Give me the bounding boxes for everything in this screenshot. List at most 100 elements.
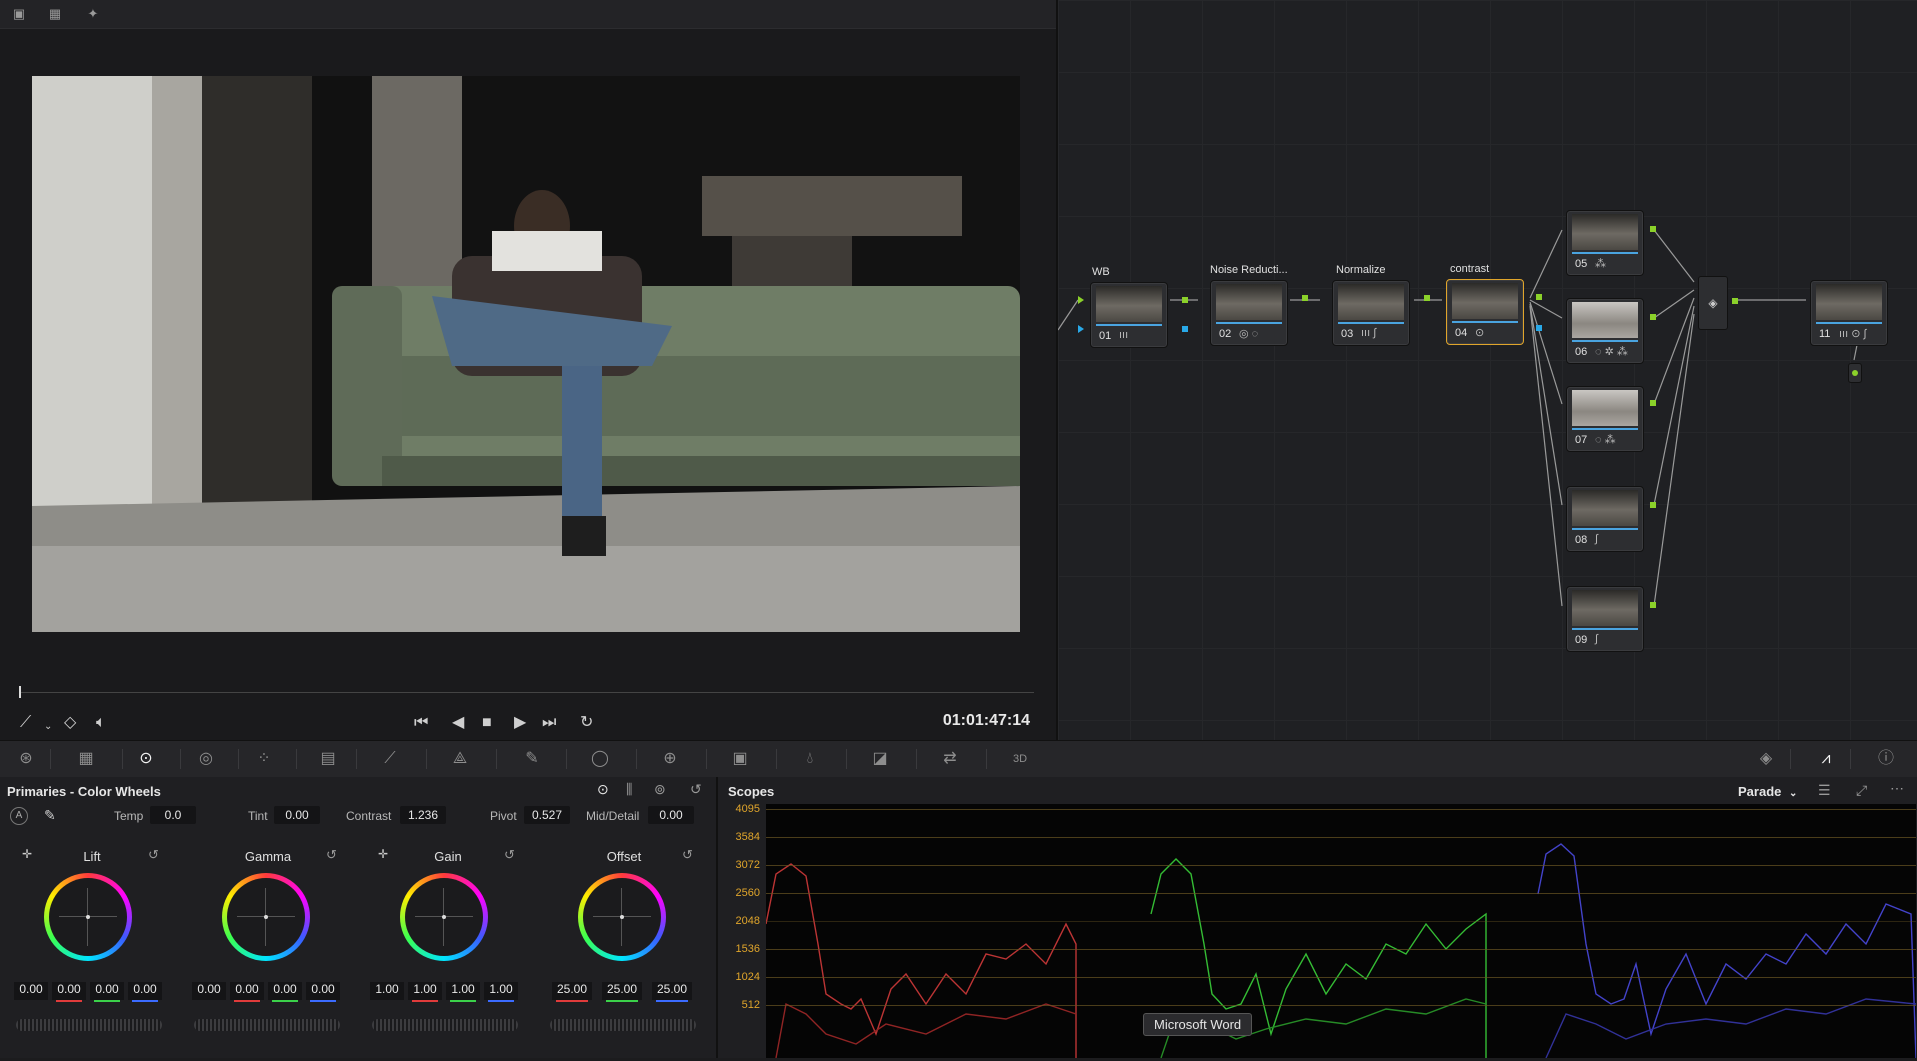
scope-settings-icon[interactable]: ☰: [1818, 782, 1831, 799]
reset-icon[interactable]: ↺: [682, 847, 693, 863]
offset-g[interactable]: 25.00: [602, 982, 642, 1002]
node-output-rgb[interactable]: [1302, 295, 1308, 301]
lift-y[interactable]: 0.00: [14, 982, 48, 1000]
node-output-rgb[interactable]: [1424, 295, 1430, 301]
node-output-rgb[interactable]: [1650, 602, 1656, 608]
gain-b[interactable]: 1.00: [484, 982, 518, 1002]
contrast-field[interactable]: 1.236: [400, 806, 446, 824]
color-wheels-mode-icon[interactable]: ⊙: [597, 781, 609, 798]
3d-icon[interactable]: 3D: [1002, 747, 1038, 771]
gain-master-wheel[interactable]: [372, 1019, 518, 1031]
hdr-wheels-icon[interactable]: ◎: [188, 747, 224, 771]
blur-icon[interactable]: 💧︎: [792, 747, 828, 771]
lift-r[interactable]: 0.00: [52, 982, 86, 1002]
gain-y[interactable]: 1.00: [370, 982, 404, 1000]
stop-icon[interactable]: ■: [482, 714, 492, 732]
keyframes-icon[interactable]: ◈: [1748, 747, 1784, 771]
lift-g[interactable]: 0.00: [90, 982, 124, 1002]
tint-field[interactable]: 0.00: [274, 806, 320, 824]
speaker-icon[interactable]: 🔈︎: [96, 714, 106, 732]
magic-wand-icon[interactable]: ✦: [82, 5, 104, 23]
node-editor[interactable]: WB 01 ııı Noise Reducti... 02 ◎ ◌ Normal…: [1058, 0, 1917, 740]
reset-icon[interactable]: ↺: [148, 847, 159, 863]
playhead[interactable]: [19, 686, 21, 698]
node-output-key[interactable]: [1536, 325, 1542, 331]
offset-wheel[interactable]: [578, 873, 666, 961]
layers-icon[interactable]: ◇: [64, 714, 76, 732]
timeline-scrubber[interactable]: [20, 692, 1034, 693]
node-output-rgb[interactable]: [1182, 297, 1188, 303]
window-icon[interactable]: ◯: [582, 747, 618, 771]
log-wheels-icon[interactable]: ⊚: [654, 781, 666, 798]
expand-icon[interactable]: ⤢: [1856, 782, 1867, 799]
pivot-field[interactable]: 0.527: [524, 806, 570, 824]
auto-balance-icon[interactable]: A: [10, 807, 28, 825]
gamma-g[interactable]: 0.00: [268, 982, 302, 1002]
node-11[interactable]: 11 ııı ⊙ ∫: [1810, 280, 1888, 346]
gain-g[interactable]: 1.00: [446, 982, 480, 1002]
node-02[interactable]: 02 ◎ ◌: [1210, 280, 1288, 346]
node-output-rgb[interactable]: [1650, 400, 1656, 406]
motion-effects-icon[interactable]: ▤: [310, 747, 346, 771]
gain-wheel[interactable]: [400, 873, 488, 961]
reset-icon[interactable]: ↺: [326, 847, 337, 863]
node-09[interactable]: 09 ∫: [1566, 586, 1644, 652]
reset-icon[interactable]: ↺: [504, 847, 515, 863]
gallery-grid-icon[interactable]: ▦: [44, 5, 66, 23]
layer-mixer-node[interactable]: ◈: [1698, 276, 1728, 330]
info-icon[interactable]: ⓘ: [1868, 747, 1904, 771]
gain-r[interactable]: 1.00: [408, 982, 442, 1002]
reset-all-icon[interactable]: ↺: [690, 781, 702, 798]
gamma-y[interactable]: 0.00: [192, 982, 226, 1000]
single-viewer-icon[interactable]: ▣: [8, 5, 30, 23]
node-01[interactable]: 01 ııı: [1090, 282, 1168, 348]
color-warper-icon[interactable]: ⟁: [442, 747, 478, 771]
qualifier-icon[interactable]: ✎: [514, 747, 550, 771]
chevron-down-icon[interactable]: ⌄: [44, 718, 52, 736]
scope-mode-dropdown[interactable]: Parade ⌄: [1738, 784, 1797, 799]
loop-icon[interactable]: ↻: [580, 714, 593, 732]
offset-r[interactable]: 25.00: [552, 982, 592, 1002]
offset-b[interactable]: 25.00: [652, 982, 692, 1002]
color-wheels-icon[interactable]: ⊙: [128, 747, 164, 771]
gamma-master-wheel[interactable]: [194, 1019, 340, 1031]
temp-field[interactable]: 0.0: [150, 806, 196, 824]
node-output-rgb[interactable]: [1650, 226, 1656, 232]
node-output-rgb[interactable]: [1732, 298, 1738, 304]
node-06[interactable]: 06 ◌ ✲ ⁂: [1566, 298, 1644, 364]
key-icon[interactable]: ◪: [862, 747, 898, 771]
crosshair-icon[interactable]: ✛: [378, 847, 388, 861]
node-04[interactable]: 04 ⊙: [1446, 279, 1524, 345]
node-output-key[interactable]: [1182, 326, 1188, 332]
jump-to-start-icon[interactable]: ⏮︎: [414, 714, 428, 732]
node-input-rgb[interactable]: [1078, 296, 1084, 304]
magic-mask-icon[interactable]: ▣: [722, 747, 758, 771]
rgb-mixer-icon[interactable]: ⁘: [246, 747, 282, 771]
gamma-b[interactable]: 0.00: [306, 982, 340, 1002]
node-07[interactable]: 07 ◌ ⁂: [1566, 386, 1644, 452]
play-icon[interactable]: ▶: [514, 714, 526, 732]
eyedropper-icon[interactable]: ✎: [44, 807, 56, 824]
node-output-rgb[interactable]: [1650, 502, 1656, 508]
gamma-r[interactable]: 0.00: [230, 982, 264, 1002]
color-match-icon[interactable]: ▦: [68, 747, 104, 771]
play-reverse-icon[interactable]: ◀: [452, 714, 464, 732]
crosshair-icon[interactable]: ✛: [22, 847, 32, 861]
offset-master-wheel[interactable]: [550, 1019, 696, 1031]
node-input-key[interactable]: [1078, 325, 1084, 333]
node-output-rgb[interactable]: [1650, 314, 1656, 320]
sizing-icon[interactable]: ⇄: [932, 747, 968, 771]
node-03[interactable]: 03 ııı ∫: [1332, 280, 1410, 346]
tracker-icon[interactable]: ⊕: [652, 747, 688, 771]
node-output-rgb[interactable]: [1536, 294, 1542, 300]
node-05[interactable]: 05 ⁂: [1566, 210, 1644, 276]
lift-wheel[interactable]: [44, 873, 132, 961]
lift-master-wheel[interactable]: [16, 1019, 162, 1031]
camera-raw-icon[interactable]: ⊛: [8, 747, 44, 771]
lift-b[interactable]: 0.00: [128, 982, 162, 1002]
jump-to-end-icon[interactable]: ⏭︎: [542, 714, 556, 732]
more-options-icon[interactable]: ⋯: [1890, 780, 1904, 797]
gamma-wheel[interactable]: [222, 873, 310, 961]
curves-icon[interactable]: ⟋: [372, 747, 408, 771]
key-output-node[interactable]: [1848, 363, 1862, 383]
